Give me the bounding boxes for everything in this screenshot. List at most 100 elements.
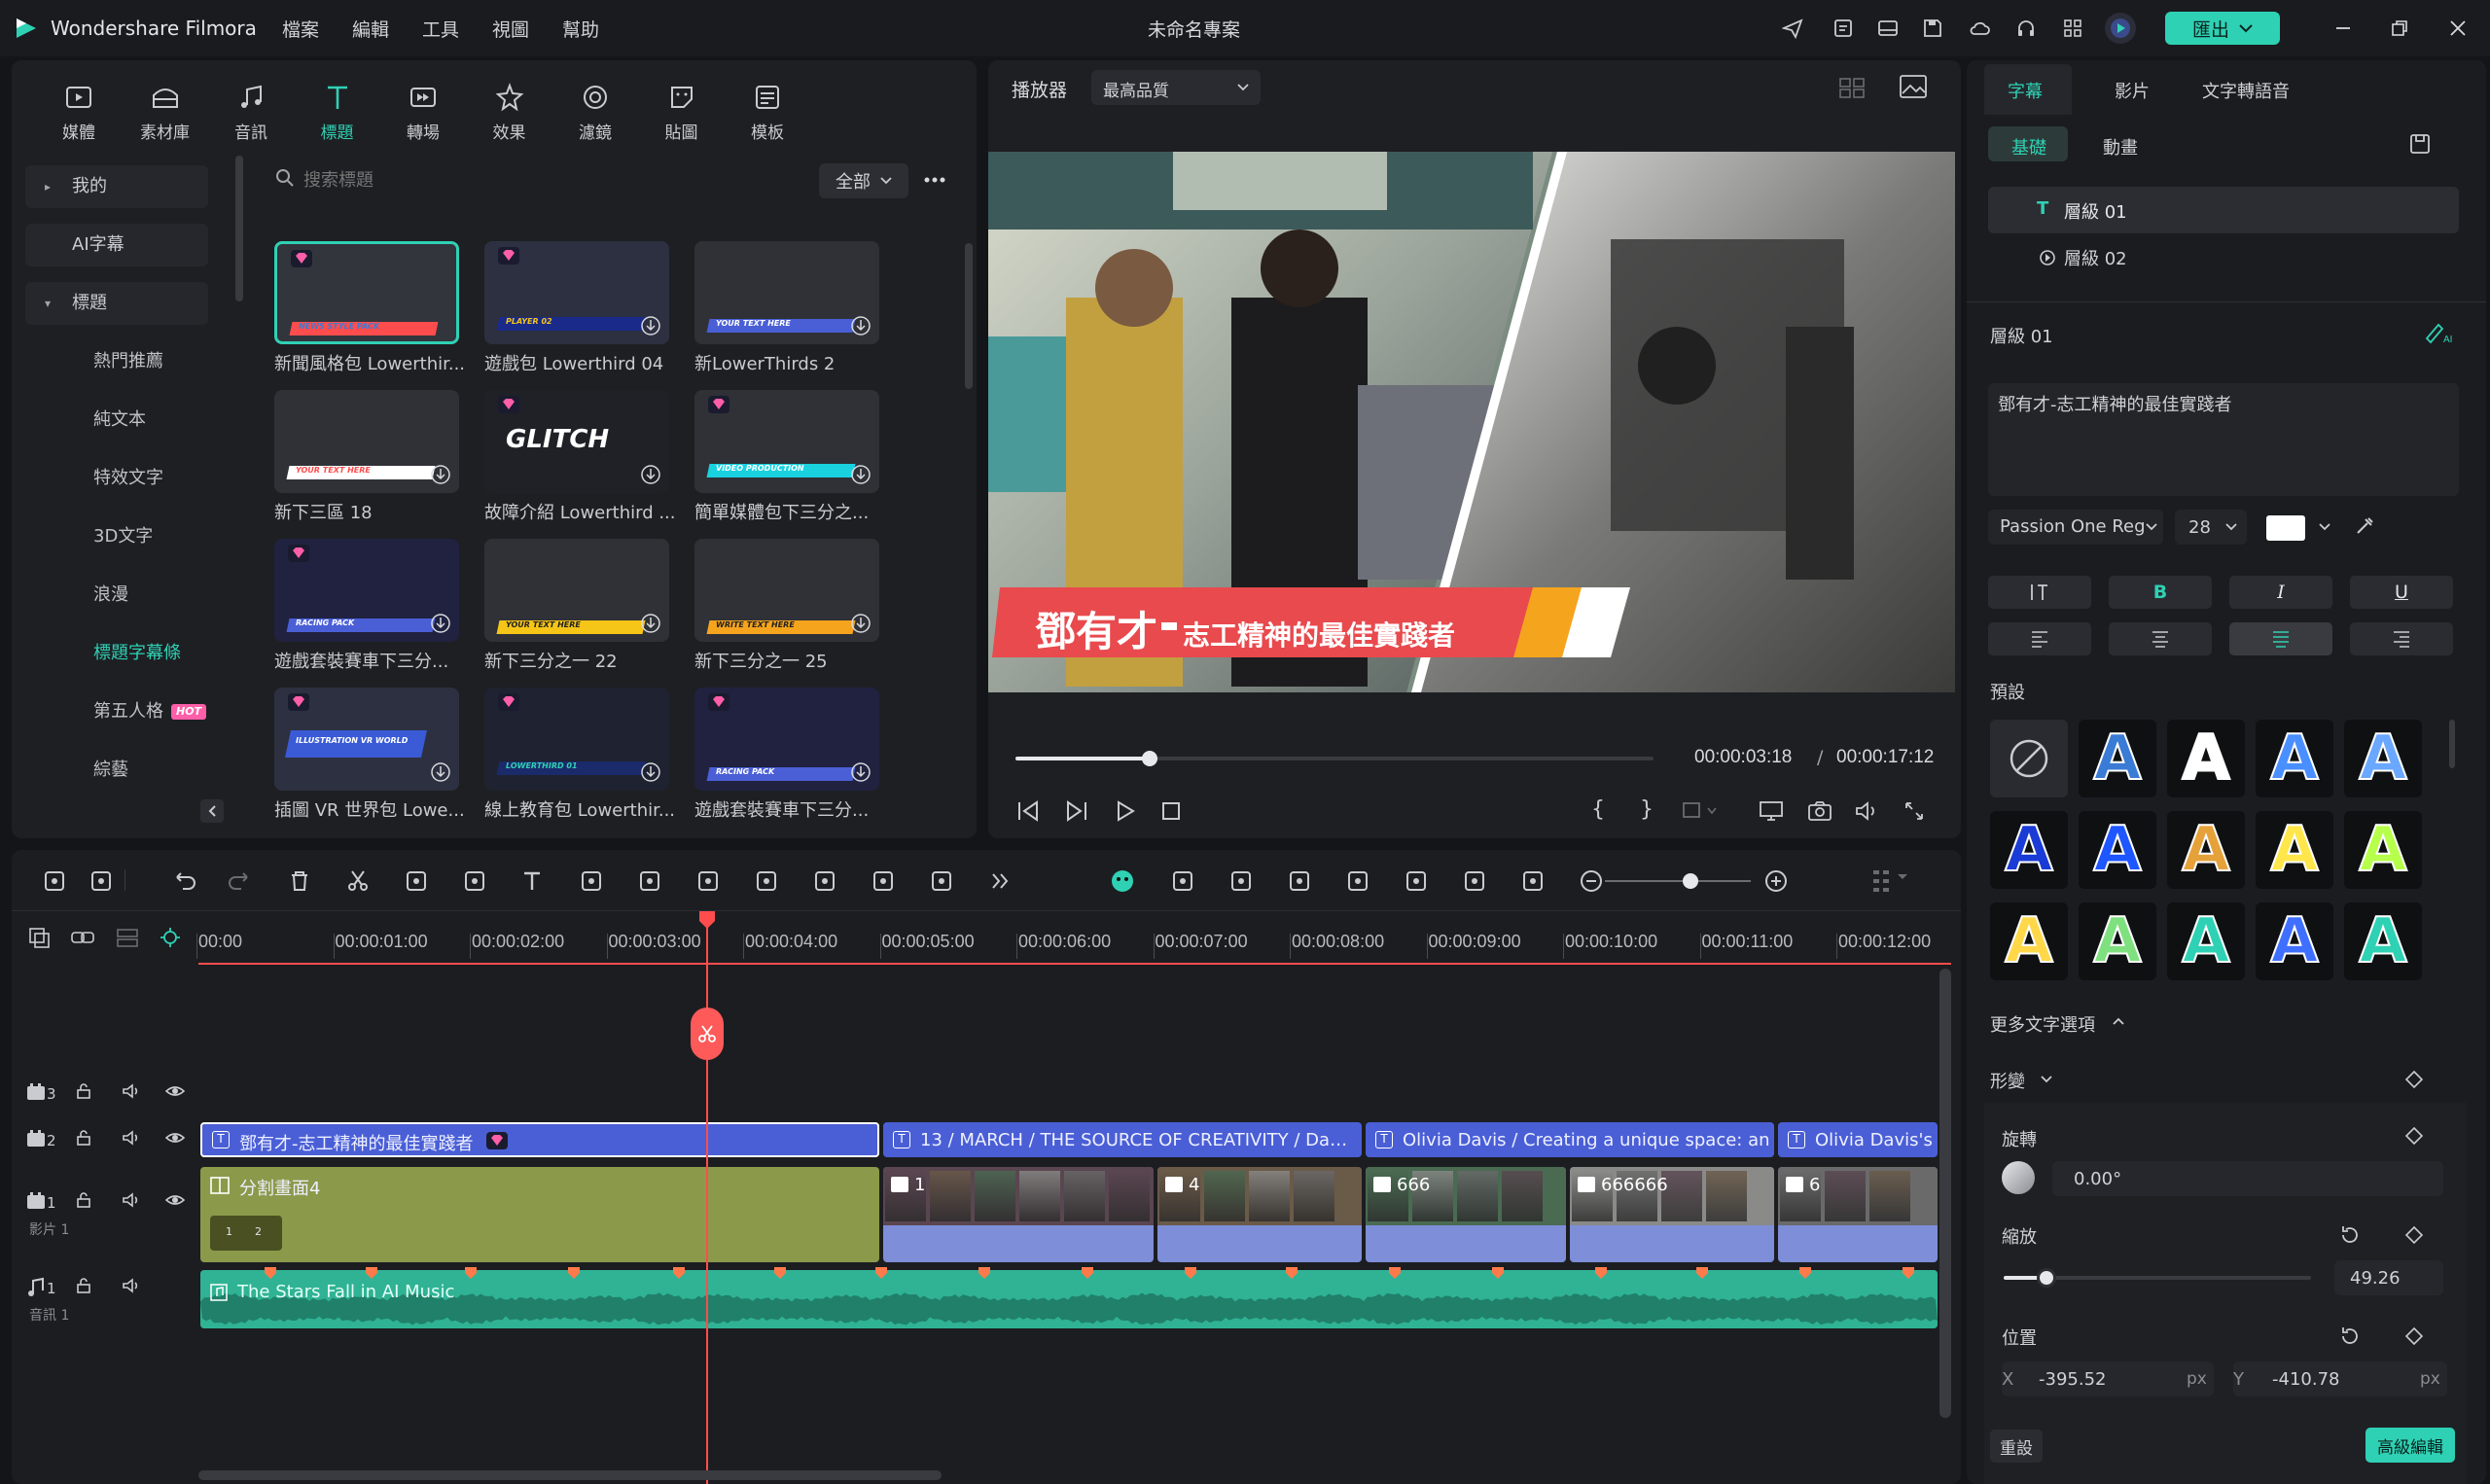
download-icon[interactable] xyxy=(640,464,661,485)
minimize-icon[interactable] xyxy=(2332,18,2354,39)
title-thumbnail[interactable]: PLAYER 02 xyxy=(484,241,669,344)
title-thumbnail[interactable]: YOUR TEXT HERE xyxy=(274,390,459,493)
font-size-dropdown[interactable]: 28 xyxy=(2175,510,2247,545)
text-preset[interactable] xyxy=(1990,720,2068,797)
text-preset[interactable]: A xyxy=(2079,811,2156,889)
download-icon[interactable] xyxy=(640,613,661,634)
beat-marker-icon[interactable] xyxy=(773,1266,787,1280)
mask-icon[interactable] xyxy=(636,867,663,895)
menu-file[interactable]: 檔案 xyxy=(282,16,319,42)
menu-help[interactable]: 幫助 xyxy=(562,16,599,42)
more-options-label[interactable]: 更多文字選項 xyxy=(1990,1011,2095,1037)
text-preset[interactable]: A xyxy=(2256,811,2333,889)
crop-icon[interactable] xyxy=(403,867,430,895)
video-clip[interactable]: 666 xyxy=(1366,1167,1566,1262)
tool-stock[interactable]: 素材庫 xyxy=(131,82,199,143)
title-thumbnail[interactable]: LOWERTHIRD 01 xyxy=(484,688,669,791)
subtitle-icon[interactable] xyxy=(1403,867,1430,895)
beat-marker-icon[interactable] xyxy=(1902,1266,1915,1280)
position-y-field[interactable]: Y -410.78 px xyxy=(2233,1361,2447,1396)
text-preset[interactable]: A xyxy=(1990,902,2068,980)
mark-in-icon[interactable]: { xyxy=(1591,797,1605,822)
stop-icon[interactable] xyxy=(1159,799,1183,823)
position-x-field[interactable]: X -395.52 px xyxy=(2002,1361,2214,1396)
advanced-edit-button[interactable]: 高級編輯 xyxy=(2366,1428,2455,1463)
preset-scrollbar[interactable] xyxy=(2449,720,2455,768)
chevron-down-icon[interactable] xyxy=(2041,1076,2052,1083)
download-icon[interactable] xyxy=(850,315,872,336)
title-thumbnail[interactable]: ILLUSTRATION VR WORLD xyxy=(274,688,459,791)
beat-marker-icon[interactable] xyxy=(567,1266,581,1280)
text-preset[interactable]: A xyxy=(2167,720,2245,797)
subtab-animation[interactable]: 動畫 xyxy=(2103,134,2138,159)
beat-marker-icon[interactable] xyxy=(978,1266,991,1280)
beat-marker-icon[interactable] xyxy=(1491,1266,1505,1280)
nav-sub-item[interactable]: 3D文字 xyxy=(25,517,208,556)
insert-icon[interactable] xyxy=(1681,799,1720,823)
visibility-icon[interactable] xyxy=(165,1081,185,1101)
nav-titles[interactable]: ▾ 標題 xyxy=(25,282,208,325)
layout-icon[interactable] xyxy=(1877,18,1899,39)
title-clip-4[interactable]: T Olivia Davis's s... xyxy=(1778,1122,1938,1157)
zoom-in-icon[interactable] xyxy=(1762,867,1790,895)
link-icon[interactable] xyxy=(70,926,95,949)
nav-sub-item[interactable]: 第五人格 HOT xyxy=(25,692,208,731)
smart-edit-icon[interactable] xyxy=(1461,867,1488,895)
download-icon[interactable] xyxy=(850,761,872,783)
mute-icon[interactable] xyxy=(121,1276,140,1295)
lock-icon[interactable] xyxy=(74,1128,93,1148)
text-preset[interactable]: A xyxy=(2344,720,2422,797)
title-clip-3[interactable]: T Olivia Davis / Creating a unique space… xyxy=(1366,1122,1774,1157)
title-clip-2[interactable]: T 13 / MARCH / THE SOURCE OF CREATIVITY … xyxy=(883,1122,1362,1157)
send-icon[interactable] xyxy=(1782,18,1803,39)
translate-icon[interactable] xyxy=(928,867,955,895)
zoom-slider[interactable] xyxy=(1605,880,1751,882)
mute-icon[interactable] xyxy=(121,1128,140,1148)
download-icon[interactable] xyxy=(640,761,661,783)
add-track-icon[interactable] xyxy=(27,926,53,949)
ai-image-icon[interactable] xyxy=(1169,867,1196,895)
nav-scrollbar[interactable] xyxy=(235,156,243,301)
video-clip[interactable]: 4 xyxy=(1157,1167,1362,1262)
nav-sub-item[interactable]: 熱門推薦 xyxy=(25,342,208,381)
fullscreen-icon[interactable] xyxy=(1903,799,1926,823)
beat-marker-icon[interactable] xyxy=(1594,1266,1608,1280)
align-center-button[interactable] xyxy=(2109,622,2212,655)
export-button[interactable]: 匯出 xyxy=(2165,12,2280,45)
tab-subtitle[interactable]: 字幕 xyxy=(2008,78,2043,103)
grid-icon[interactable] xyxy=(1868,867,1895,895)
text-height-button[interactable] xyxy=(1988,576,2091,609)
split-screen-clip[interactable]: 分割畫面4 1 2 xyxy=(200,1167,879,1262)
play-icon[interactable] xyxy=(1113,799,1138,823)
beat-marker-icon[interactable] xyxy=(1285,1266,1298,1280)
ai-portrait-icon[interactable] xyxy=(753,867,780,895)
nav-sub-item[interactable]: 特效文字 xyxy=(25,459,208,498)
ai-edit-icon[interactable]: AI xyxy=(2424,319,2455,344)
chevron-up-icon[interactable] xyxy=(2113,1017,2124,1025)
nav-sub-item[interactable]: 純文本 xyxy=(25,401,208,440)
video-clip[interactable]: 1 xyxy=(883,1167,1154,1262)
text-preset[interactable]: A xyxy=(2256,902,2333,980)
beat-marker-icon[interactable] xyxy=(464,1266,478,1280)
layout-icon[interactable] xyxy=(41,867,68,895)
next-frame-icon[interactable] xyxy=(1064,799,1089,823)
position-reset-icon[interactable] xyxy=(2338,1325,2362,1348)
search-input[interactable] xyxy=(303,165,790,194)
display-icon[interactable] xyxy=(1759,799,1784,823)
nav-my[interactable]: ▸ 我的 xyxy=(25,165,208,208)
tool-sticker[interactable]: 貼圖 xyxy=(648,82,716,143)
scrubber-track[interactable] xyxy=(1015,757,1654,760)
text-preset[interactable]: A xyxy=(2256,720,2333,797)
lock-icon[interactable] xyxy=(74,1276,93,1295)
more-options-icon[interactable] xyxy=(922,167,947,193)
beat-marker-icon[interactable] xyxy=(264,1266,277,1280)
tool-template[interactable]: 模板 xyxy=(733,82,801,143)
color-swatch[interactable] xyxy=(2266,515,2305,541)
nav-sub-item[interactable]: 浪漫 xyxy=(25,576,208,615)
track-layout-icon[interactable] xyxy=(115,926,140,949)
title-clip-selected[interactable]: T 鄧有才-志工精神的最佳實踐者 xyxy=(200,1122,879,1157)
eyedropper-icon[interactable] xyxy=(2354,515,2375,537)
download-icon[interactable] xyxy=(430,761,451,783)
tool-media[interactable]: 媒體 xyxy=(45,82,113,143)
sticker-icon[interactable] xyxy=(811,867,838,895)
